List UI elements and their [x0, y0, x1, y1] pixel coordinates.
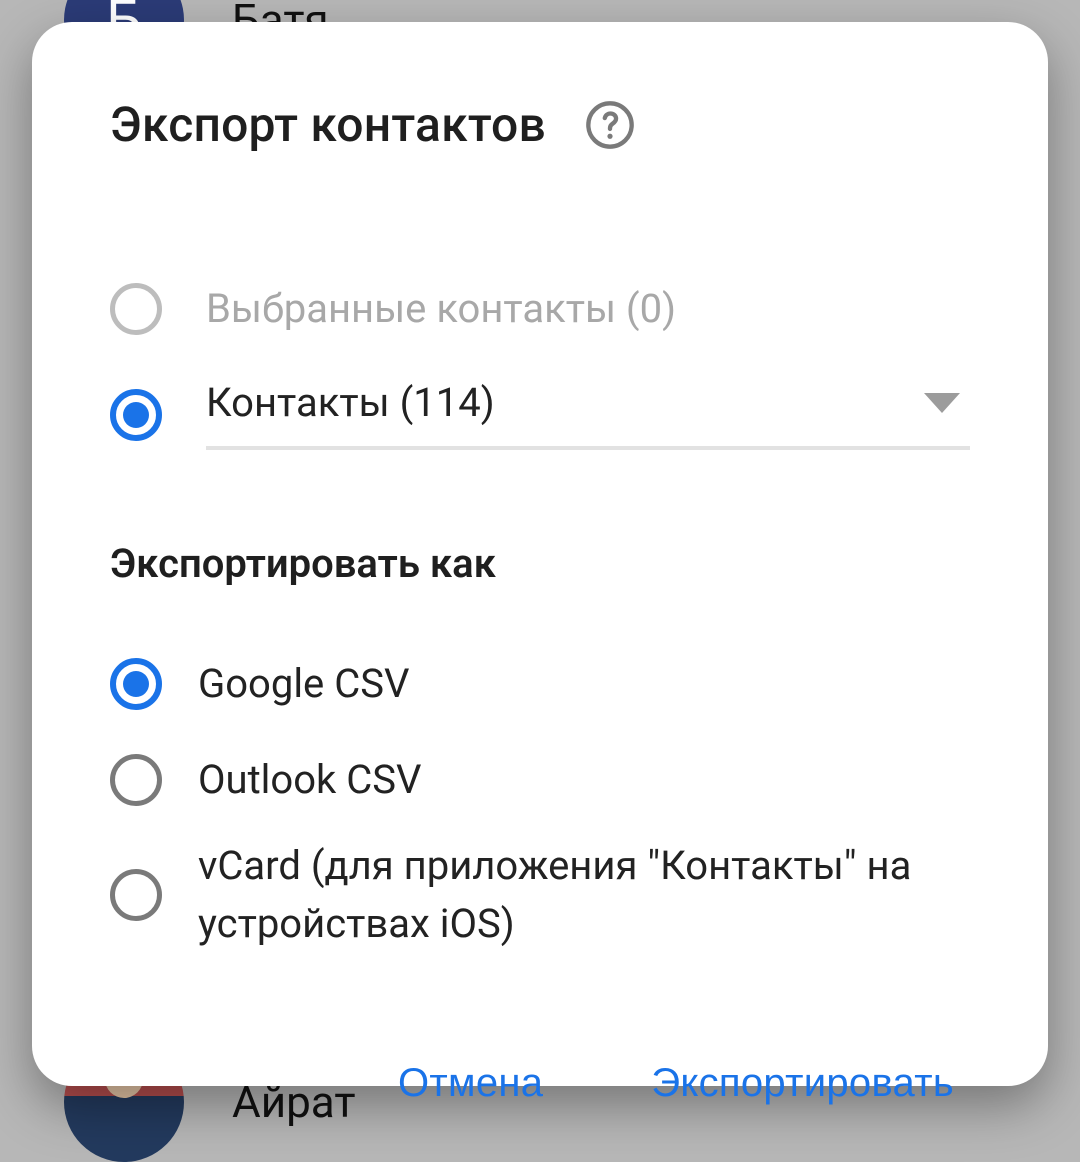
radio-input-contacts-group[interactable] [110, 389, 162, 441]
radio-input-outlook-csv[interactable] [110, 754, 162, 806]
radio-label: Outlook CSV [198, 751, 421, 809]
radio-input-selected-contacts [110, 283, 162, 335]
radio-outlook-csv[interactable]: Outlook CSV [110, 751, 970, 809]
chevron-down-icon [924, 393, 960, 413]
radio-input-vcard[interactable] [110, 869, 162, 921]
export-contacts-dialog: Экспорт контактов Выбранные контакты (0)… [32, 22, 1048, 1086]
select-value: Контакты (114) [206, 379, 495, 426]
radio-label: Google CSV [198, 655, 409, 713]
contacts-group-select[interactable]: Контакты (114) [206, 379, 970, 450]
dialog-actions: Отмена Экспортировать [110, 991, 970, 1116]
radio-selected-contacts: Выбранные контакты (0) [110, 273, 970, 345]
cancel-button[interactable]: Отмена [392, 1051, 549, 1116]
export-button[interactable]: Экспортировать [645, 1051, 960, 1116]
help-button[interactable] [584, 99, 636, 151]
radio-label: Выбранные контакты (0) [206, 283, 676, 335]
radio-input-google-csv[interactable] [110, 658, 162, 710]
help-icon [584, 99, 636, 151]
radio-label: vCard (для приложения "Контакты" на устр… [198, 837, 970, 953]
dialog-title: Экспорт контактов [110, 96, 546, 153]
radio-google-csv[interactable]: Google CSV [110, 655, 970, 713]
radio-contacts-group[interactable]: Контакты (114) [110, 379, 970, 450]
export-as-heading: Экспортировать как [110, 540, 970, 587]
dialog-header: Экспорт контактов [110, 96, 970, 153]
radio-vcard[interactable]: vCard (для приложения "Контакты" на устр… [110, 837, 970, 953]
